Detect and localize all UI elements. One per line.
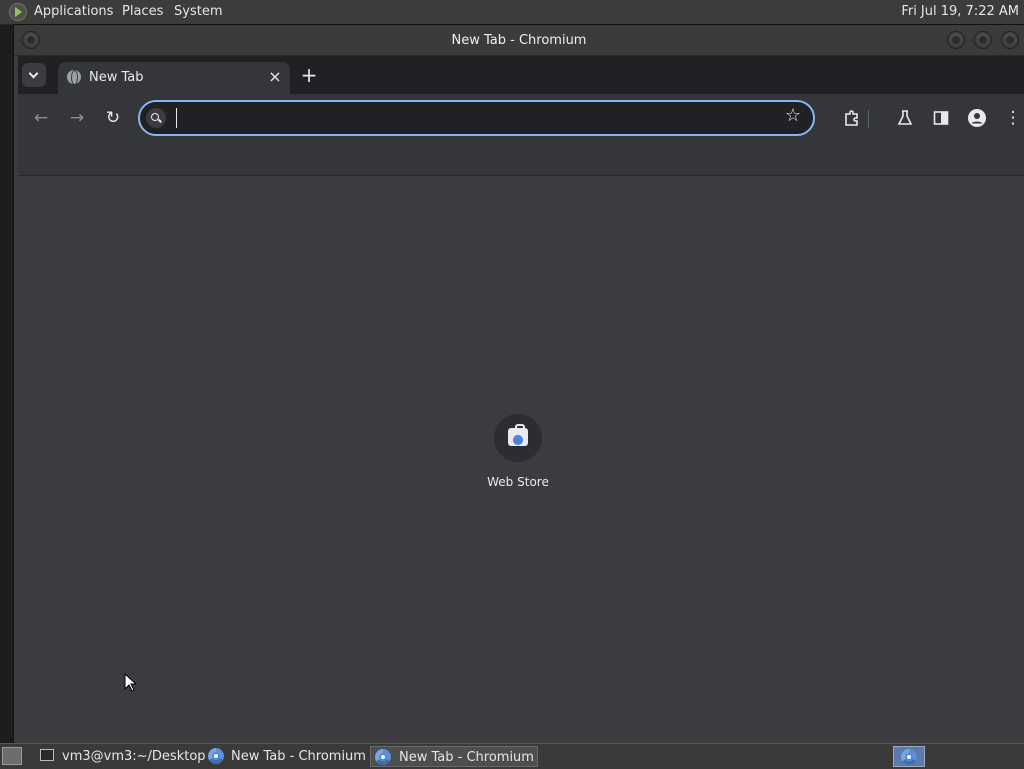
taskbar: vm3@vm3:~/Desktop New Tab - Chromium New… (0, 743, 1024, 769)
address-bar[interactable]: ☆ (138, 100, 815, 136)
search-icon (146, 108, 166, 128)
distro-logo-icon[interactable] (9, 3, 27, 21)
browser-toolbar: ← → ↻ ☆ ⋮ (18, 94, 1024, 142)
back-arrow-icon[interactable]: ← (29, 106, 53, 130)
forward-arrow-icon[interactable]: → (65, 106, 89, 130)
window-titlebar[interactable]: New Tab - Chromium (14, 25, 1024, 56)
web-store-icon (508, 424, 528, 446)
chromium-window: New Tab - Chromium New Tab × + ← → ↻ ☆ ⋮… (14, 25, 1024, 743)
task-chromium-1[interactable]: New Tab - Chromium (204, 746, 368, 767)
tab-close-button[interactable]: × (266, 68, 284, 86)
tab-new-tab[interactable]: New Tab × (58, 62, 290, 94)
shortcut-web-store[interactable]: Web Store (478, 411, 558, 501)
task-label: vm3@vm3:~/Desktop (62, 749, 206, 764)
show-desktop-icon[interactable] (2, 747, 22, 765)
star-icon[interactable]: ☆ (785, 105, 801, 126)
shortcut-tile (494, 414, 542, 462)
task-label: New Tab - Chromium (231, 749, 366, 764)
mouse-cursor-icon (124, 673, 136, 692)
desktop-background (0, 25, 14, 743)
menu-system[interactable]: System (174, 4, 222, 19)
maximize-button[interactable] (974, 31, 992, 49)
kebab-menu-icon[interactable]: ⋮ (1001, 106, 1024, 130)
menu-places[interactable]: Places (122, 4, 163, 19)
puzzle-icon[interactable] (840, 106, 864, 130)
top-panel: Applications Places System Fri Jul 19, 7… (0, 0, 1024, 25)
globe-icon (67, 70, 81, 85)
panel-clock[interactable]: Fri Jul 19, 7:22 AM (901, 4, 1019, 19)
window-title: New Tab - Chromium (451, 33, 587, 48)
chromium-icon (208, 748, 224, 764)
menu-applications[interactable]: Applications (34, 4, 113, 19)
tab-search-button[interactable] (22, 63, 46, 87)
minimize-button[interactable] (947, 31, 965, 49)
new-tab-button[interactable]: + (297, 63, 321, 87)
task-label: New Tab - Chromium (399, 750, 534, 765)
bookmarks-bar (18, 142, 1024, 176)
shortcut-label: Web Store (487, 475, 549, 489)
close-window-button[interactable] (1001, 31, 1019, 49)
address-input[interactable] (174, 107, 768, 131)
profile-icon[interactable] (965, 106, 989, 130)
terminal-icon (40, 749, 54, 761)
task-chromium-2[interactable]: New Tab - Chromium (370, 746, 538, 767)
tab-strip: New Tab × + (18, 56, 1024, 94)
reload-icon[interactable]: ↻ (101, 106, 125, 130)
flask-icon[interactable] (893, 106, 917, 130)
task-terminal[interactable]: vm3@vm3:~/Desktop (36, 746, 206, 767)
toolbar-separator (868, 110, 869, 128)
chromium-icon (375, 749, 391, 765)
chromium-icon (901, 749, 917, 765)
side-panel-icon[interactable] (929, 106, 953, 130)
workspace-switcher[interactable] (893, 746, 925, 767)
text-caret (176, 108, 177, 128)
tab-title: New Tab (89, 70, 144, 85)
new-tab-page: Web Store (18, 176, 1024, 743)
